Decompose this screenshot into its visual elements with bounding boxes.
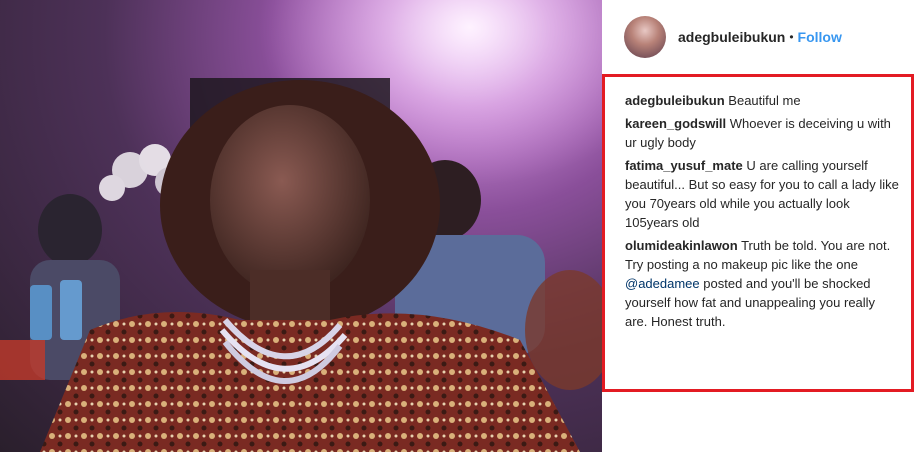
comment-item: adegbuleibukun Beautiful me: [625, 91, 901, 110]
profile-avatar-icon[interactable]: [624, 16, 666, 58]
post-photo[interactable]: [0, 0, 602, 452]
comment-text: Beautiful me: [728, 93, 801, 108]
comment-username[interactable]: olumideakinlawon: [625, 238, 738, 253]
comment-username[interactable]: fatima_yusuf_mate: [625, 158, 743, 173]
post-username[interactable]: adegbuleibukun: [678, 29, 785, 45]
separator-dot: •: [789, 30, 794, 44]
comment-item: kareen_godswill Whoever is deceiving u w…: [625, 114, 901, 152]
post-header: adegbuleibukun • Follow: [602, 0, 915, 74]
comment-item: olumideakinlawon Truth be told. You are …: [625, 236, 901, 331]
follow-button[interactable]: Follow: [798, 29, 842, 45]
comments-list: adegbuleibukun Beautiful me kareen_godsw…: [602, 74, 914, 392]
comment-username[interactable]: kareen_godswill: [625, 116, 726, 131]
comment-item: fatima_yusuf_mate U are calling yourself…: [625, 156, 901, 232]
post-sidebar: adegbuleibukun • Follow adegbuleibukun B…: [602, 0, 915, 452]
comment-mention-link[interactable]: @adedamee: [625, 276, 700, 291]
comment-username[interactable]: adegbuleibukun: [625, 93, 725, 108]
post-photo-illustration: [0, 0, 602, 452]
